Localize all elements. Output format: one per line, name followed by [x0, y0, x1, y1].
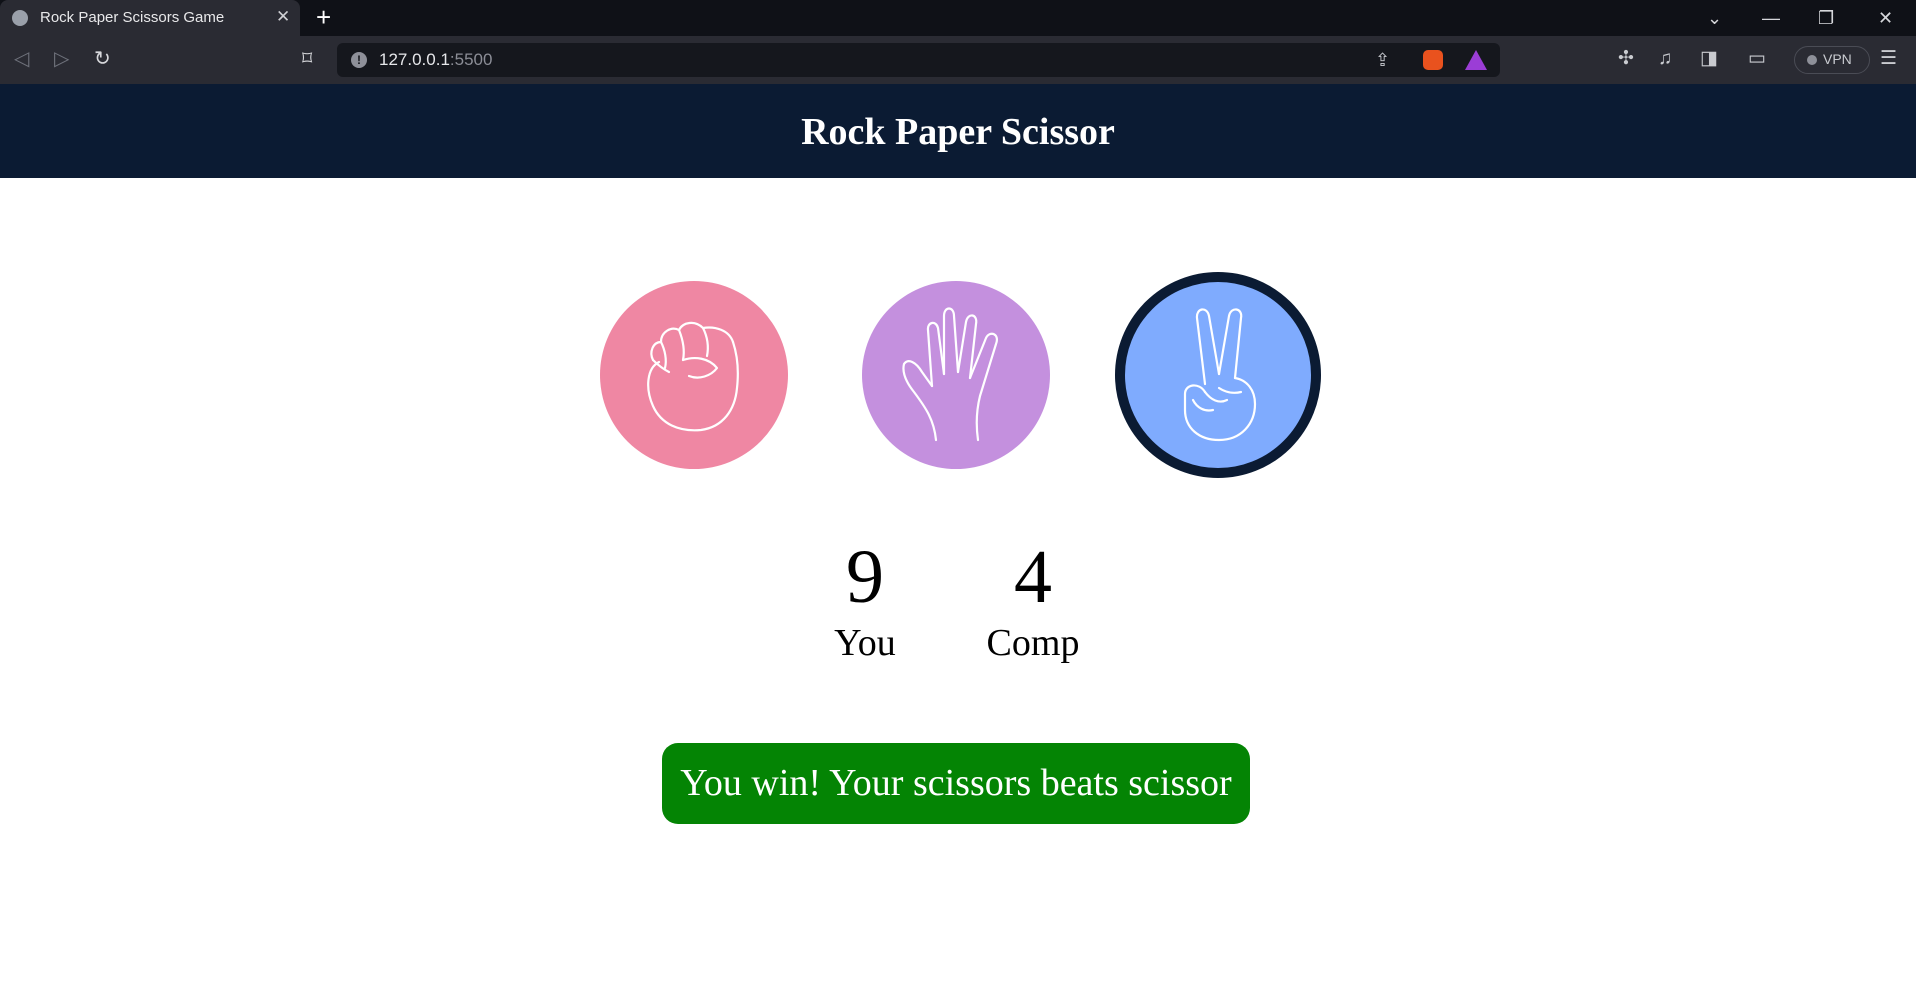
- minimize-button[interactable]: —: [1762, 4, 1780, 32]
- brave-rewards-icon[interactable]: [1465, 50, 1487, 70]
- user-score-value: 9: [846, 535, 884, 619]
- forward-arrow-icon[interactable]: ▷: [54, 47, 69, 71]
- vpn-status-icon: [1807, 55, 1817, 65]
- extensions-icon[interactable]: ✣: [1618, 47, 1634, 71]
- user-score-label: You: [834, 622, 896, 664]
- comp-score-value: 4: [1014, 535, 1052, 619]
- vpn-label: VPN: [1823, 51, 1852, 67]
- new-tab-button[interactable]: +: [316, 2, 331, 32]
- back-arrow-icon[interactable]: ◁: [14, 47, 29, 71]
- tab-title: Rock Paper Scissors Game: [40, 9, 225, 26]
- browser-tab-bar: Rock Paper Scissors Game ✕ + ⌄ — ❐ ✕: [0, 0, 1916, 36]
- paper-choice-button[interactable]: [862, 281, 1050, 469]
- url-host: 127.0.0.1: [379, 50, 450, 69]
- user-score: 9 You: [780, 537, 950, 665]
- comp-score-label: Comp: [986, 622, 1080, 664]
- app-header: Rock Paper Scissor: [0, 84, 1916, 178]
- rock-choice-button[interactable]: [600, 281, 788, 469]
- sidebar-icon[interactable]: ◨: [1700, 47, 1718, 71]
- tab-close-icon[interactable]: ✕: [276, 7, 290, 27]
- vpn-button[interactable]: VPN: [1794, 46, 1870, 74]
- result-message: You win! Your scissors beats scissor: [662, 743, 1250, 824]
- site-info-icon[interactable]: !: [351, 52, 367, 68]
- url-port: :5500: [449, 50, 493, 69]
- reload-icon[interactable]: ↻: [94, 47, 111, 71]
- url-text[interactable]: 127.0.0.1:5500: [379, 50, 492, 70]
- restore-button[interactable]: ❐: [1818, 4, 1834, 32]
- scissors-choice-button[interactable]: [1115, 272, 1321, 478]
- browser-tab[interactable]: Rock Paper Scissors Game ✕: [0, 0, 300, 36]
- page-title: Rock Paper Scissor: [801, 111, 1115, 153]
- browser-toolbar: ◁ ▷ ↻ ⌑ ! 127.0.0.1:5500 ⇪ ✣ ♫ ◨ ▭ VPN ☰: [0, 36, 1916, 84]
- address-bar[interactable]: ! 127.0.0.1:5500 ⇪: [337, 43, 1500, 77]
- globe-icon: [12, 10, 28, 26]
- paper-hand-icon: [902, 307, 998, 442]
- share-icon[interactable]: ⇪: [1375, 49, 1390, 71]
- comp-score: 4 Comp: [948, 537, 1118, 665]
- scissors-hand-icon: [1183, 308, 1257, 442]
- tab-list-chevron-icon[interactable]: ⌄: [1707, 4, 1722, 32]
- menu-icon[interactable]: ☰: [1880, 47, 1897, 71]
- close-window-button[interactable]: ✕: [1878, 4, 1893, 32]
- bookmark-icon[interactable]: ⌑: [302, 47, 312, 71]
- media-music-icon[interactable]: ♫: [1658, 47, 1672, 71]
- wallet-icon[interactable]: ▭: [1748, 47, 1766, 71]
- rock-hand-icon: [647, 321, 739, 432]
- brave-shields-icon[interactable]: [1423, 50, 1443, 70]
